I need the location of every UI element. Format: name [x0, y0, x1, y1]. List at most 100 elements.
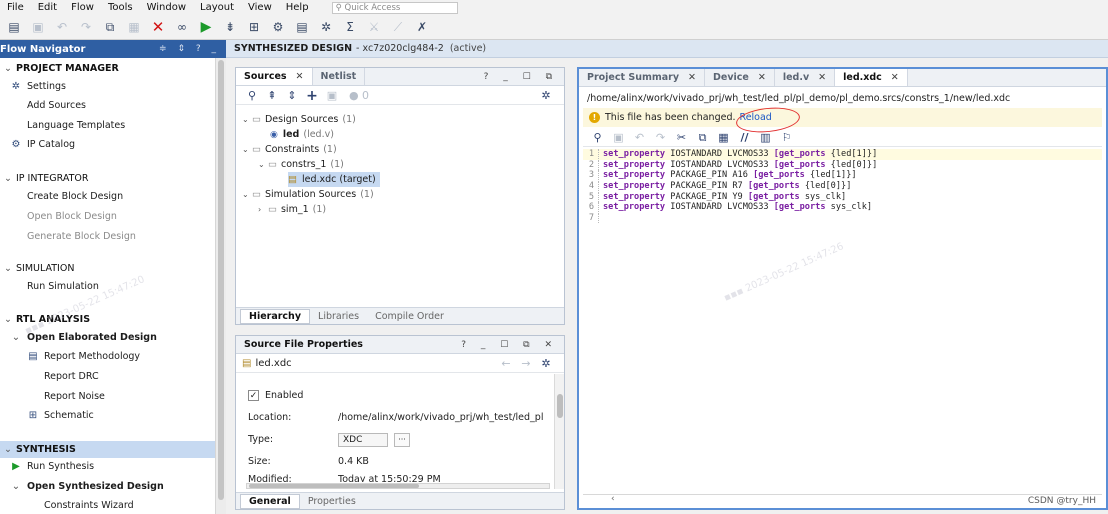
- program-device-icon[interactable]: ⇟: [218, 17, 242, 37]
- binoculars-icon[interactable]: ∞: [170, 17, 194, 37]
- copy-icon[interactable]: ⧉: [98, 17, 122, 37]
- nav-open-elaborated-design[interactable]: ⌄ Open Elaborated Design: [10, 329, 210, 346]
- flow-navigator-controls[interactable]: ≑ ⇕ ? _: [159, 44, 220, 54]
- tab-libraries[interactable]: Libraries: [310, 309, 367, 324]
- settings-icon[interactable]: ⚙: [266, 17, 290, 37]
- editor-hscrollbar[interactable]: ‹: [583, 494, 1102, 504]
- tree-simulation-sources[interactable]: ⌄ ▭ Simulation Sources (1): [242, 187, 374, 202]
- scrollbar-thumb[interactable]: [249, 484, 419, 488]
- close-icon[interactable]: ✕: [818, 72, 826, 83]
- paste-icon[interactable]: ▦: [713, 130, 734, 146]
- tab-compile-order[interactable]: Compile Order: [367, 309, 452, 324]
- nav-ip-catalog[interactable]: ⚙ IP Catalog: [10, 136, 210, 153]
- code-line[interactable]: 5 set_property PACKAGE_PIN Y9 [get_ports …: [583, 191, 1102, 202]
- code-line[interactable]: 7: [583, 212, 1102, 224]
- collapse-all-icon[interactable]: ⇞: [262, 88, 282, 104]
- nav-open-block-design[interactable]: Open Block Design: [27, 208, 215, 225]
- sigma-icon[interactable]: Σ: [338, 17, 362, 37]
- implement-icon[interactable]: ⊞: [242, 17, 266, 37]
- enabled-checkbox-row[interactable]: ✓ Enabled: [248, 388, 303, 403]
- nav-open-synthesized-design[interactable]: ⌄ Open Synthesized Design: [10, 478, 210, 495]
- gear-icon[interactable]: ✲: [536, 88, 556, 104]
- tab-led-xdc[interactable]: led.xdc ✕: [835, 69, 908, 86]
- gear-icon[interactable]: ✲: [314, 17, 338, 37]
- menu-view[interactable]: View: [241, 2, 279, 13]
- menu-edit[interactable]: Edit: [31, 2, 64, 13]
- code-line[interactable]: 4 set_property PACKAGE_PIN R7 [get_ports …: [583, 181, 1102, 192]
- type-browse-button[interactable]: ···: [394, 432, 410, 447]
- nav-report-noise[interactable]: Report Noise: [44, 388, 215, 405]
- code-line[interactable]: 1 set_property IOSTANDARD LVCMOS33 [get_p…: [583, 149, 1102, 160]
- code-line[interactable]: 6 set_property IOSTANDARD LVCMOS33 [get_p…: [583, 202, 1102, 213]
- properties-hscrollbar[interactable]: [246, 483, 550, 489]
- cut-icon[interactable]: ✂: [671, 130, 692, 146]
- flow-navigator-scrollbar[interactable]: [215, 58, 226, 514]
- search-icon[interactable]: ⚲: [242, 88, 262, 104]
- tree-design-sources[interactable]: ⌄ ▭ Design Sources (1): [242, 112, 356, 127]
- close-icon[interactable]: ✕: [758, 72, 766, 83]
- nav-run-synthesis[interactable]: ▶ Run Synthesis: [10, 458, 210, 475]
- properties-vscrollbar[interactable]: [554, 374, 564, 489]
- enabled-checkbox[interactable]: ✓: [248, 390, 259, 401]
- code-line[interactable]: 3 set_property PACKAGE_PIN A16 [get_ports…: [583, 170, 1102, 181]
- tool-c-icon[interactable]: ✗: [410, 17, 434, 37]
- tree-led[interactable]: ◉ led (led.v): [270, 127, 334, 142]
- search-icon[interactable]: ⚲: [587, 130, 608, 146]
- nav-language-templates[interactable]: Language Templates: [27, 117, 215, 134]
- nav-create-block-design[interactable]: Create Block Design: [27, 188, 215, 205]
- close-icon[interactable]: ✕: [688, 72, 696, 83]
- nav-report-drc[interactable]: Report DRC: [44, 368, 215, 385]
- menu-help[interactable]: Help: [279, 2, 316, 13]
- code-editor[interactable]: 1 set_property IOSTANDARD LVCMOS33 [get_p…: [583, 149, 1102, 479]
- redo-icon[interactable]: ↷: [650, 130, 671, 146]
- tab-hierarchy[interactable]: Hierarchy: [240, 308, 311, 324]
- tree-constrs-1[interactable]: ⌄ ▭ constrs_1 (1): [258, 157, 344, 172]
- copy-icon[interactable]: ⧉: [692, 130, 713, 146]
- nav-schematic[interactable]: ⊞ Schematic: [27, 407, 215, 424]
- redo-icon[interactable]: ↷: [74, 17, 98, 37]
- add-icon[interactable]: +: [302, 88, 322, 104]
- type-field[interactable]: XDC: [338, 432, 388, 447]
- section-project-manager[interactable]: ⌄ PROJECT MANAGER: [0, 60, 215, 77]
- tab-general[interactable]: General: [240, 493, 300, 509]
- save-icon[interactable]: ▣: [608, 130, 629, 146]
- tree-led-xdc[interactable]: ▤ led.xdc (target): [288, 172, 380, 187]
- menu-file[interactable]: File: [0, 2, 31, 13]
- menu-flow[interactable]: Flow: [64, 2, 101, 13]
- menu-window[interactable]: Window: [140, 2, 193, 13]
- tree-constraints[interactable]: ⌄ ▭ Constraints (1): [242, 142, 337, 157]
- code-line[interactable]: 2 set_property IOSTANDARD LVCMOS33 [get_p…: [583, 159, 1102, 171]
- tool-a-icon[interactable]: ⚔: [362, 17, 386, 37]
- quick-access-input[interactable]: ⚲ Quick Access: [331, 1, 458, 14]
- chevron-left-icon[interactable]: ‹: [611, 494, 615, 504]
- properties-icon[interactable]: ▣: [322, 88, 342, 104]
- menu-tools[interactable]: Tools: [101, 2, 140, 13]
- run-icon[interactable]: ▶: [194, 17, 218, 37]
- delete-icon[interactable]: ✕: [146, 17, 170, 37]
- tab-device[interactable]: Device ✕: [705, 69, 775, 86]
- gear-icon[interactable]: ✲: [536, 356, 556, 372]
- tab-sources[interactable]: Sources ✕: [236, 68, 313, 85]
- tab-project-summary[interactable]: Project Summary ✕: [579, 69, 706, 86]
- expand-all-icon[interactable]: ⇕: [282, 88, 302, 104]
- back-icon[interactable]: ←: [496, 356, 516, 372]
- undo-icon[interactable]: ↶: [629, 130, 650, 146]
- nav-add-sources[interactable]: Add Sources: [27, 97, 215, 114]
- section-ip-integrator[interactable]: ⌄ IP INTEGRATOR: [0, 170, 215, 187]
- menu-layout[interactable]: Layout: [193, 2, 241, 13]
- scrollbar-thumb[interactable]: [557, 394, 563, 418]
- paste-icon[interactable]: ▦: [122, 17, 146, 37]
- close-icon[interactable]: ✕: [296, 71, 304, 82]
- tab-netlist[interactable]: Netlist: [313, 68, 366, 85]
- new-project-icon[interactable]: ▤: [2, 17, 26, 37]
- save-icon[interactable]: ▣: [26, 17, 50, 37]
- report-icon[interactable]: ▤: [290, 17, 314, 37]
- tab-led-v[interactable]: led.v ✕: [775, 69, 836, 86]
- tab-properties[interactable]: Properties: [300, 494, 364, 509]
- tree-sim-1[interactable]: › ▭ sim_1 (1): [258, 202, 326, 217]
- scrollbar-thumb[interactable]: [218, 60, 224, 500]
- close-icon[interactable]: ✕: [891, 72, 899, 83]
- nav-report-methodology[interactable]: ▤ Report Methodology: [27, 348, 215, 365]
- panel-window-controls[interactable]: ? _ ☐ ⧉ ✕: [461, 340, 558, 350]
- tool-b-icon[interactable]: ⟋: [386, 17, 410, 37]
